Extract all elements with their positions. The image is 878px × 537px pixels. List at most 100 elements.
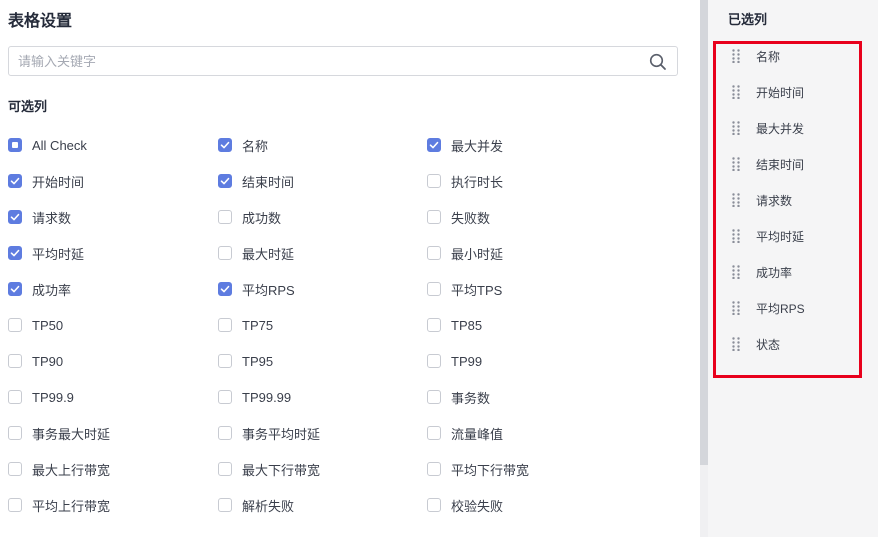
column-option[interactable]: 平均RPS bbox=[218, 279, 295, 299]
column-option-label: 事务数 bbox=[451, 390, 491, 406]
checkbox[interactable] bbox=[218, 138, 232, 152]
selected-column-item[interactable]: 平均RPS bbox=[732, 298, 805, 318]
column-option[interactable]: 最大上行带宽 bbox=[8, 459, 110, 479]
column-option[interactable]: 开始时间 bbox=[8, 171, 84, 191]
column-option[interactable]: 事务数 bbox=[427, 387, 490, 407]
column-option-label: 成功数 bbox=[242, 210, 282, 226]
checkbox[interactable] bbox=[8, 462, 22, 476]
column-option[interactable]: 成功率 bbox=[8, 279, 71, 299]
checkbox[interactable] bbox=[8, 318, 22, 332]
column-option[interactable]: All Check bbox=[8, 135, 87, 155]
column-option[interactable]: 名称 bbox=[218, 135, 268, 155]
checkbox[interactable] bbox=[427, 462, 441, 476]
checkbox[interactable] bbox=[427, 210, 441, 224]
column-option[interactable]: 事务平均时延 bbox=[218, 423, 320, 443]
checkbox[interactable] bbox=[218, 354, 232, 368]
checkbox[interactable] bbox=[218, 390, 232, 404]
checkbox[interactable] bbox=[218, 246, 232, 260]
scrollbar-thumb[interactable] bbox=[700, 0, 708, 465]
column-option[interactable]: 最小时延 bbox=[427, 243, 503, 263]
drag-handle-icon[interactable] bbox=[732, 229, 740, 244]
selected-column-label: 平均时延 bbox=[756, 229, 805, 244]
column-option[interactable]: 失败数 bbox=[427, 207, 490, 227]
selected-column-item[interactable]: 请求数 bbox=[732, 190, 792, 210]
checkbox[interactable] bbox=[218, 210, 232, 224]
column-option-label: TP95 bbox=[242, 353, 274, 369]
checkbox[interactable] bbox=[8, 174, 22, 188]
drag-handle-icon[interactable] bbox=[732, 337, 740, 352]
checkbox[interactable] bbox=[8, 210, 22, 224]
column-option[interactable]: TP99.9 bbox=[8, 387, 74, 407]
column-option[interactable]: 结束时间 bbox=[218, 171, 294, 191]
column-option[interactable]: 平均下行带宽 bbox=[427, 459, 529, 479]
column-option[interactable]: TP99 bbox=[427, 351, 482, 371]
checkbox[interactable] bbox=[427, 318, 441, 332]
checkbox[interactable] bbox=[218, 498, 232, 512]
column-option[interactable]: 执行时长 bbox=[427, 171, 503, 191]
column-option[interactable]: 平均TPS bbox=[427, 279, 502, 299]
column-option[interactable]: 事务最大时延 bbox=[8, 423, 110, 443]
select-all-checkbox[interactable] bbox=[8, 138, 22, 152]
column-option[interactable]: 最大并发 bbox=[427, 135, 503, 155]
column-option[interactable]: 最大下行带宽 bbox=[218, 459, 320, 479]
column-option-label: 开始时间 bbox=[32, 174, 85, 190]
column-option[interactable]: TP75 bbox=[218, 315, 273, 335]
checkbox[interactable] bbox=[8, 246, 22, 260]
column-option[interactable]: TP95 bbox=[218, 351, 273, 371]
checkbox[interactable] bbox=[427, 354, 441, 368]
drag-handle-icon[interactable] bbox=[732, 157, 740, 172]
selected-column-item[interactable]: 开始时间 bbox=[732, 82, 804, 102]
column-option[interactable]: 成功数 bbox=[218, 207, 281, 227]
column-option-label: TP99 bbox=[451, 353, 483, 369]
checkbox[interactable] bbox=[427, 282, 441, 296]
selected-column-item[interactable]: 最大并发 bbox=[732, 118, 804, 138]
selected-column-label: 请求数 bbox=[756, 193, 793, 208]
checkbox[interactable] bbox=[427, 426, 441, 440]
column-option[interactable]: 解析失败 bbox=[218, 495, 294, 515]
column-option-label: 平均RPS bbox=[242, 282, 295, 298]
column-option[interactable]: 平均时延 bbox=[8, 243, 84, 263]
search-icon[interactable] bbox=[649, 53, 667, 71]
checkbox[interactable] bbox=[427, 174, 441, 188]
column-option[interactable]: TP50 bbox=[8, 315, 63, 335]
column-option-label: 平均下行带宽 bbox=[451, 462, 530, 478]
drag-handle-icon[interactable] bbox=[732, 193, 740, 208]
column-option[interactable]: 平均上行带宽 bbox=[8, 495, 110, 515]
drag-handle-icon[interactable] bbox=[732, 301, 740, 316]
column-option[interactable]: TP99.99 bbox=[218, 387, 291, 407]
column-option[interactable]: 校验失败 bbox=[427, 495, 503, 515]
checkbox[interactable] bbox=[8, 282, 22, 296]
checkbox[interactable] bbox=[8, 354, 22, 368]
drag-handle-icon[interactable] bbox=[732, 85, 740, 100]
checkbox[interactable] bbox=[8, 390, 22, 404]
checkbox[interactable] bbox=[218, 318, 232, 332]
selected-column-item[interactable]: 成功率 bbox=[732, 262, 792, 282]
column-option[interactable]: TP90 bbox=[8, 351, 63, 371]
selected-column-item[interactable]: 平均时延 bbox=[732, 226, 804, 246]
checkbox[interactable] bbox=[218, 174, 232, 188]
checkbox[interactable] bbox=[427, 246, 441, 260]
search-box[interactable] bbox=[8, 46, 678, 76]
column-option[interactable]: 最大时延 bbox=[218, 243, 294, 263]
selected-column-item[interactable]: 状态 bbox=[732, 334, 780, 354]
drag-handle-icon[interactable] bbox=[732, 49, 740, 64]
column-option[interactable]: 流量峰值 bbox=[427, 423, 503, 443]
checkbox[interactable] bbox=[218, 462, 232, 476]
checkbox[interactable] bbox=[427, 390, 441, 404]
checkbox[interactable] bbox=[218, 426, 232, 440]
checkbox[interactable] bbox=[427, 498, 441, 512]
column-option[interactable]: 请求数 bbox=[8, 207, 71, 227]
drag-handle-icon[interactable] bbox=[732, 121, 740, 136]
selected-column-item[interactable]: 结束时间 bbox=[732, 154, 804, 174]
scrollbar[interactable] bbox=[700, 0, 708, 537]
checkbox[interactable] bbox=[218, 282, 232, 296]
checkbox[interactable] bbox=[8, 426, 22, 440]
search-input[interactable] bbox=[18, 52, 638, 70]
checkbox[interactable] bbox=[8, 498, 22, 512]
column-option-label: 最大上行带宽 bbox=[32, 462, 111, 478]
selected-column-item[interactable]: 名称 bbox=[732, 46, 780, 66]
drag-handle-icon[interactable] bbox=[732, 265, 740, 280]
column-option[interactable]: TP85 bbox=[427, 315, 482, 335]
panel-title: 表格设置 bbox=[8, 13, 73, 30]
checkbox[interactable] bbox=[427, 138, 441, 152]
